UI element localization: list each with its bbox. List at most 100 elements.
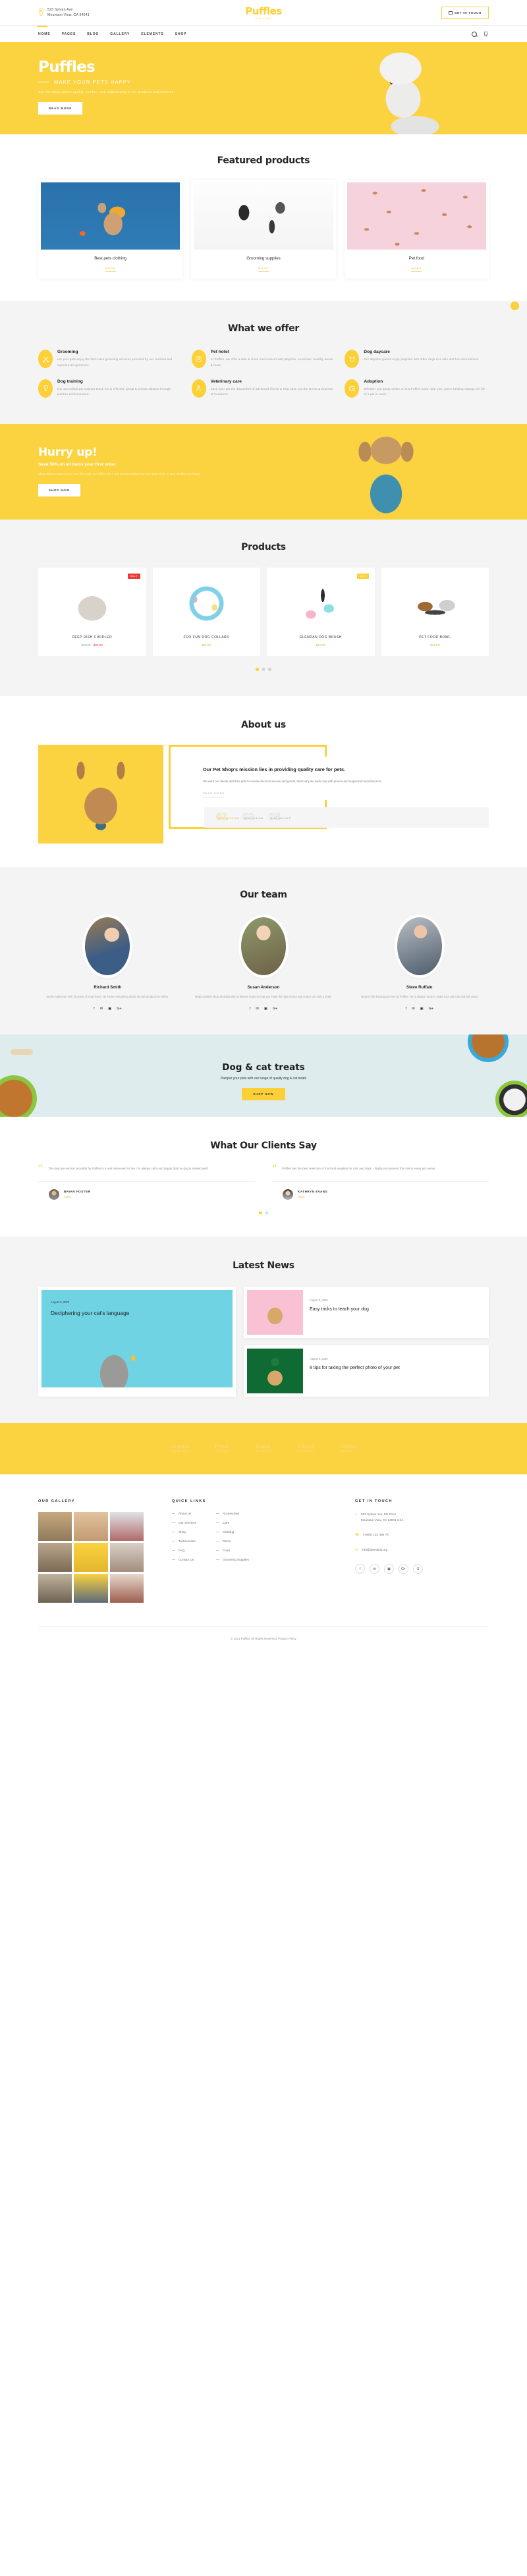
footer-link-testimonials[interactable]: Testimonials <box>172 1540 196 1543</box>
tab-our-mission[interactable]: 01 OUR MISSION <box>216 813 239 822</box>
nav-item-pages[interactable]: PAGES <box>62 28 76 40</box>
twitter-icon[interactable]: ✉ <box>412 1007 415 1011</box>
gallery-thumb[interactable] <box>38 1574 72 1603</box>
product-card[interactable]: NEW GLENDAN DOG BRUSH $17.00 <box>267 568 375 657</box>
offer-item-title: Adoption <box>364 379 383 384</box>
gallery-thumb[interactable] <box>38 1543 72 1572</box>
twitter-icon[interactable]: ✉ <box>100 1007 103 1011</box>
instagram-icon[interactable]: ▣ <box>264 1007 267 1011</box>
footer-link-shop[interactable]: Shop <box>172 1530 196 1534</box>
news-card[interactable]: August 9, 2020 Easy tricks to teach your… <box>244 1287 489 1339</box>
facebook-icon[interactable]: f <box>405 1007 406 1011</box>
facebook-icon[interactable]: f <box>250 1007 251 1011</box>
promo-shop-now-button[interactable]: SHOP NOW <box>38 483 80 496</box>
featured-more-link[interactable]: MORE <box>258 267 269 272</box>
avatar <box>85 917 130 975</box>
tab-our-vision[interactable]: 02 OUR VISION <box>242 813 264 822</box>
footer-email[interactable]: ✉ info@demolink.org <box>355 1547 489 1554</box>
offer-grid: Grooming Let your pets enjoy the first-c… <box>38 350 489 398</box>
offer-item-adoption[interactable]: Adoption Whether you adopt online or at … <box>345 379 489 398</box>
google-plus-icon[interactable]: G+ <box>399 1564 408 1574</box>
carousel-dot[interactable] <box>262 668 265 671</box>
news-featured-card[interactable]: August 9, 2020 Deciphering your cat's la… <box>38 1287 236 1397</box>
offer-item-veterinary-care[interactable]: Veterinary care Save your pet the discom… <box>191 379 336 398</box>
footer-link-about-us[interactable]: About Us <box>172 1512 196 1515</box>
featured-card[interactable]: Pet food MORE <box>344 180 489 279</box>
search-icon[interactable] <box>472 31 477 37</box>
carousel-dot[interactable] <box>256 668 259 671</box>
brand-logo[interactable]: Choice QUALITY <box>297 1444 314 1453</box>
instagram-icon[interactable]: ▣ <box>384 1564 394 1574</box>
twitter-icon[interactable]: ✉ <box>370 1564 379 1574</box>
brand-name: Fresh <box>215 1444 229 1450</box>
twitter-icon[interactable]: ✉ <box>256 1007 259 1011</box>
facebook-icon[interactable]: f <box>355 1564 365 1574</box>
footer-link-accessories[interactable]: Accessories <box>216 1512 249 1515</box>
gallery-thumb[interactable] <box>74 1543 108 1572</box>
footer-gallery-title: OUR GALLERY <box>38 1499 75 1504</box>
facebook-icon[interactable]: f <box>94 1007 95 1011</box>
gallery-thumb[interactable] <box>74 1574 108 1603</box>
nav-item-shop[interactable]: SHOP <box>175 28 187 40</box>
footer-link-care[interactable]: Care <box>216 1521 249 1524</box>
brand-logo[interactable]: Angus PREMIUM <box>254 1444 273 1453</box>
gallery-thumb[interactable] <box>109 1543 144 1572</box>
carousel-dot[interactable] <box>259 1211 262 1215</box>
footer-link-contact-us[interactable]: Contact Us <box>172 1558 196 1561</box>
carousel-dot[interactable] <box>268 668 271 671</box>
footer-gallery-column: OUR GALLERY <box>38 1499 153 1603</box>
product-card[interactable]: ZOO FUN DOG COLLARS $11.00 <box>152 568 260 657</box>
offer-item-grooming[interactable]: Grooming Let your pets enjoy the first-c… <box>38 350 182 369</box>
instagram-icon[interactable]: ▣ <box>108 1007 111 1011</box>
carousel-dot[interactable] <box>265 1211 268 1215</box>
offer-item-dog-daycare[interactable]: Dog daycare Our daytime guests enjoy pla… <box>345 350 489 369</box>
scroll-to-top-button[interactable]: ↑ <box>511 302 519 310</box>
featured-more-link[interactable]: MORE <box>411 267 422 272</box>
news-thumbnail <box>247 1290 303 1335</box>
footer-link-decor[interactable]: Decor <box>216 1540 249 1543</box>
offer-item-pet-hotel[interactable]: Pet hotel At Puffles, we offer a safe & … <box>191 350 336 369</box>
footer-link-label: Testimonials <box>179 1540 196 1543</box>
hero-read-more-button[interactable]: READ MORE <box>38 102 83 115</box>
gallery-thumb[interactable] <box>38 1512 72 1542</box>
google-plus-icon[interactable]: G+ <box>429 1007 433 1011</box>
nav-item-gallery[interactable]: GALLERY <box>110 28 130 40</box>
product-card[interactable]: PET FOOD BOWL $12.00 <box>381 568 489 657</box>
product-card[interactable]: SALE DEEP DISH CUDDLER $30.00 $23.00 <box>38 568 146 657</box>
about-read-more-link[interactable]: READ MORE <box>203 792 225 798</box>
gallery-thumb[interactable] <box>74 1512 108 1542</box>
gallery-thumb[interactable] <box>109 1512 144 1542</box>
instagram-icon[interactable]: ▣ <box>420 1007 423 1011</box>
nav-item-elements[interactable]: ELEMENTS <box>141 28 163 40</box>
brand-logo[interactable]: Fresh VEGAN <box>215 1444 229 1453</box>
footer-phone[interactable]: ☎ (+844) 123 456 78 <box>355 1532 489 1539</box>
gallery-thumb[interactable] <box>109 1574 144 1603</box>
google-plus-icon[interactable]: G+ <box>273 1007 277 1011</box>
news-card[interactable]: August 9, 2020 8 tips for taking the per… <box>244 1345 489 1397</box>
featured-more-link[interactable]: MORE <box>105 267 116 272</box>
footer-link-grooming-supplies[interactable]: Grooming Supplies <box>216 1558 249 1561</box>
featured-card[interactable]: Best pets clothing MORE <box>38 180 183 279</box>
treats-shop-now-button[interactable]: SHOP NOW <box>242 1087 285 1100</box>
testimonial-card: “ The daycare service provided by Puffle… <box>38 1164 255 1200</box>
offer-item-dog-training[interactable]: Dog training Our accredited pet trainers… <box>38 379 182 398</box>
footer-link-label: Decor <box>223 1540 231 1543</box>
footer-link-our-services[interactable]: Our Services <box>172 1521 196 1524</box>
skype-icon[interactable]: S <box>413 1564 423 1574</box>
cart-icon[interactable] <box>483 31 489 37</box>
brand-logo[interactable]: Organic NATURAL <box>171 1444 190 1453</box>
about-title: About us <box>241 719 286 730</box>
get-in-touch-button[interactable]: GET IN TOUCH <box>441 6 489 19</box>
footer-link-food[interactable]: Food <box>216 1549 249 1552</box>
brand-logo[interactable]: Verona SELECT <box>339 1444 356 1453</box>
site-logo[interactable]: Puffles Pet shop <box>187 5 341 20</box>
nav-item-home[interactable]: HOME <box>37 25 51 40</box>
footer-link-clothing[interactable]: Clothing <box>216 1530 249 1534</box>
privacy-policy-link[interactable]: Privacy Policy <box>278 1637 296 1640</box>
nav-item-blog[interactable]: BLOG <box>87 28 99 40</box>
footer-link-faq[interactable]: FAQ <box>172 1549 196 1552</box>
google-plus-icon[interactable]: G+ <box>117 1007 121 1011</box>
featured-card-name: Best pets clothing <box>94 256 127 261</box>
tab-our-values[interactable]: 03 OUR VALUES <box>269 813 291 822</box>
featured-card[interactable]: Grooming supplies MORE <box>191 180 336 279</box>
